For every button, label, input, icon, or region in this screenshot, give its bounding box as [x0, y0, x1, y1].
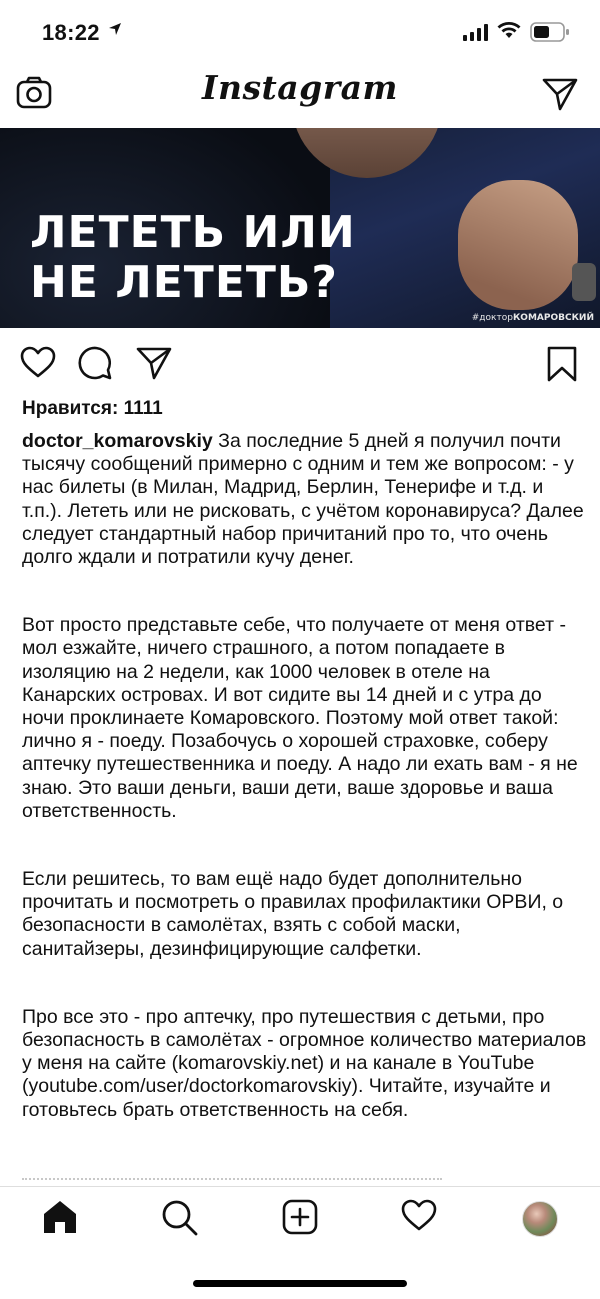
post-image[interactable]: ЛЕТЕТЬ ИЛИ НЕ ЛЕТЕТЬ? #докторКОМАРОВСКИЙ: [0, 128, 600, 328]
image-hashtag-prefix: #доктор: [471, 313, 513, 323]
location-arrow-icon: [109, 23, 121, 35]
image-hashtag-name: КОМАРОВСКИЙ: [512, 313, 594, 323]
home-icon[interactable]: [42, 1199, 78, 1235]
caption-paragraph-3: Если решитесь, то вам ещё надо будет доп…: [22, 868, 564, 960]
likes-count[interactable]: Нравится: 1111: [22, 398, 163, 420]
caption-paragraph-2: Вот просто представьте себе, что получае…: [22, 614, 578, 822]
caption-username[interactable]: doctor_komarovskiy: [22, 430, 213, 452]
headline-line-2: НЕ ЛЕТЕТЬ?: [30, 257, 338, 308]
wifi-icon: [497, 22, 521, 38]
post-actions: [0, 328, 600, 392]
comment-icon[interactable]: [78, 346, 112, 380]
cellular-signal-icon: [463, 24, 488, 41]
image-headline: ЛЕТЕТЬ ИЛИ НЕ ЛЕТЕТЬ?: [30, 208, 356, 308]
headline-line-1: ЛЕТЕТЬ ИЛИ: [30, 207, 356, 258]
direct-send-icon[interactable]: [542, 77, 578, 111]
share-icon[interactable]: [136, 346, 172, 380]
profile-avatar[interactable]: [522, 1201, 558, 1237]
home-indicator[interactable]: [193, 1280, 407, 1287]
new-post-icon[interactable]: [282, 1199, 318, 1235]
status-time: 18:22: [42, 20, 100, 45]
heart-icon[interactable]: [20, 346, 56, 378]
truncated-text-edge: [22, 1178, 442, 1186]
search-icon[interactable]: [161, 1199, 199, 1237]
instagram-logo[interactable]: Instagram: [0, 68, 600, 107]
bookmark-icon[interactable]: [546, 346, 578, 382]
post-caption: doctor_komarovskiy За последние 5 дней я…: [22, 430, 588, 1167]
caption-paragraph-4: Про все это - про аптечку, про путешеств…: [22, 1005, 587, 1121]
activity-icon[interactable]: [401, 1199, 437, 1231]
caption-paragraph-1: doctor_komarovskiy За последние 5 дней я…: [22, 430, 588, 569]
image-hashtag: #докторКОМАРОВСКИЙ: [472, 313, 594, 323]
status-bar: 18:22: [0, 0, 600, 62]
image-watch: [572, 263, 596, 301]
instagram-header: Instagram: [0, 62, 600, 128]
image-person-hands: [458, 180, 578, 310]
bottom-nav: [0, 1186, 600, 1299]
battery-icon: [530, 22, 569, 42]
